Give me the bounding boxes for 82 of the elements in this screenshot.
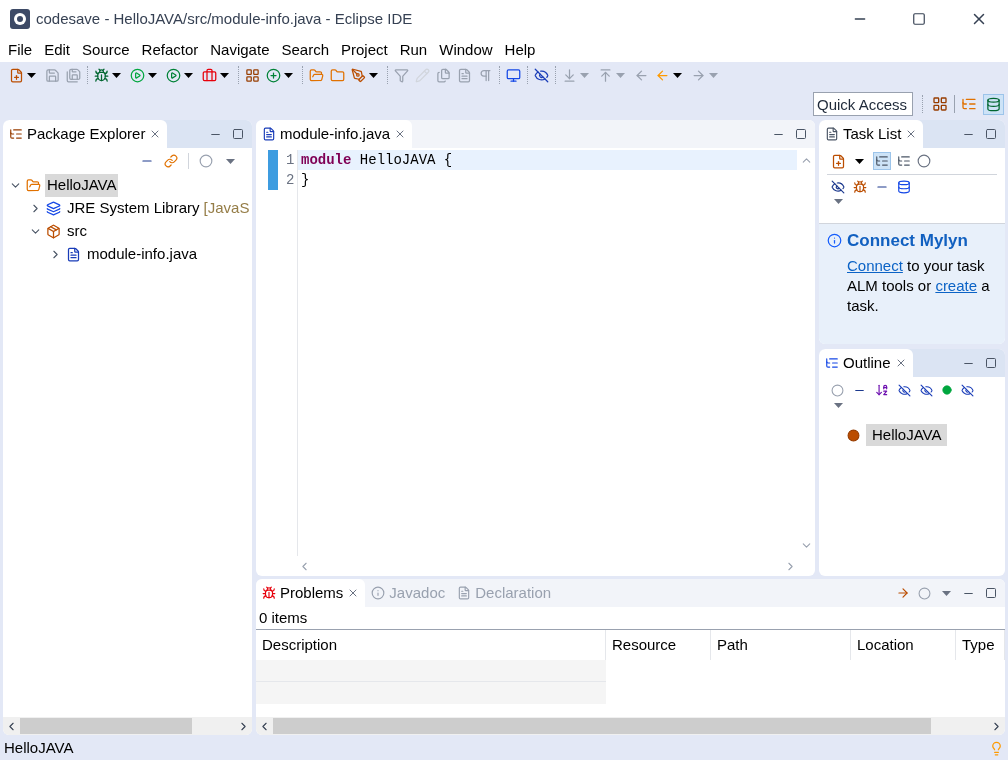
- problems-summary: 0 items: [258, 608, 309, 628]
- link-icon[interactable]: [164, 154, 178, 168]
- dropdown-caret-icon[interactable]: [184, 72, 193, 78]
- view-icon: [457, 586, 472, 600]
- folder-icon[interactable]: [330, 67, 345, 83]
- view-tab[interactable]: Task List: [819, 120, 924, 148]
- horizontal-scrollbar[interactable]: [3, 717, 252, 735]
- library-icon: [46, 201, 61, 216]
- dropdown-caret-icon[interactable]: [27, 72, 36, 78]
- change-marker: [268, 150, 278, 170]
- open-folder-icon[interactable]: [309, 67, 324, 83]
- tree-item[interactable]: module-info.java: [85, 243, 200, 266]
- dropdown-caret-icon[interactable]: [855, 158, 864, 164]
- maximize-icon[interactable]: [795, 128, 807, 140]
- source-folder-icon: [46, 224, 61, 239]
- new-task-icon[interactable]: [831, 153, 846, 169]
- menu-item[interactable]: Source: [76, 38, 136, 62]
- sort-icon[interactable]: [875, 383, 889, 397]
- tree-item[interactable]: src: [65, 220, 89, 243]
- menu-item[interactable]: Refactor: [135, 38, 205, 62]
- view-icon: [825, 127, 839, 141]
- menu-item[interactable]: Help: [498, 38, 542, 62]
- status-text: HelloJAVA: [4, 737, 74, 758]
- tree-item[interactable]: JRE System Library [JavaS: [65, 197, 252, 220]
- view-icon: [825, 356, 839, 370]
- dropdown-caret-icon[interactable]: [284, 72, 293, 78]
- maximize-icon[interactable]: [912, 12, 926, 26]
- quick-access-field[interactable]: Quick Access: [813, 92, 913, 116]
- view-icon: [371, 586, 386, 600]
- maximize-icon[interactable]: [985, 128, 997, 140]
- bug-icon[interactable]: [94, 67, 109, 83]
- dropdown-caret-icon[interactable]: [369, 72, 378, 78]
- info-icon: [827, 233, 842, 249]
- horizontal-scrollbar[interactable]: [256, 717, 1005, 735]
- tree-item[interactable]: HelloJAVA: [45, 174, 119, 197]
- column-header[interactable]: Type: [956, 630, 1005, 660]
- eye-slash-icon[interactable]: [534, 67, 549, 83]
- java-perspective-button[interactable]: [983, 93, 1004, 115]
- line-number: 1: [286, 150, 295, 170]
- dropdown-caret-icon[interactable]: [673, 72, 682, 78]
- dropdown-caret-icon[interactable]: [148, 72, 157, 78]
- coverage-run-icon[interactable]: [166, 67, 181, 83]
- monitor-icon[interactable]: [506, 67, 521, 83]
- maximize-icon[interactable]: [985, 357, 997, 369]
- scrollbar-thumb[interactable]: [273, 718, 931, 734]
- menu-item[interactable]: Search: [275, 38, 335, 62]
- java-file-icon: [66, 247, 81, 262]
- dropdown-caret-icon[interactable]: [220, 72, 229, 78]
- outline-item[interactable]: HelloJAVA: [866, 423, 948, 447]
- view-tab[interactable]: Outline: [819, 349, 913, 377]
- menu-item[interactable]: Edit: [38, 38, 77, 62]
- app-logo-icon: [10, 9, 30, 29]
- dropdown-caret-icon[interactable]: [112, 72, 121, 78]
- mylyn-message: Connect to your task ALM tools or create a task.: [846, 255, 991, 316]
- view-icon: [262, 127, 276, 141]
- pen-icon[interactable]: [351, 67, 366, 83]
- new-file-icon[interactable]: [9, 67, 24, 83]
- maximize-icon[interactable]: [232, 128, 244, 140]
- column-header[interactable]: Path: [711, 630, 851, 660]
- line-number: 2: [286, 170, 295, 190]
- menu-item[interactable]: Window: [433, 38, 499, 62]
- mylyn-heading: Connect Mylyn: [847, 230, 968, 252]
- change-marker: [268, 170, 278, 190]
- view-tab[interactable]: module-info.java: [256, 120, 413, 148]
- column-header[interactable]: Resource: [606, 630, 711, 660]
- window-title: codesave - HelloJAVA/src/module-info.java - Eclipse IDE: [36, 8, 413, 29]
- view-icon: [262, 586, 276, 600]
- menu-item[interactable]: File: [2, 38, 39, 62]
- scrollbar-thumb[interactable]: [20, 718, 192, 734]
- menu-item[interactable]: Navigate: [204, 38, 276, 62]
- code-line: }: [300, 170, 311, 190]
- create-link[interactable]: create: [935, 276, 978, 294]
- view-tab[interactable]: Package Explorer: [3, 120, 168, 148]
- project-icon: [26, 178, 41, 193]
- maximize-icon[interactable]: [985, 587, 997, 599]
- view-tab[interactable]: Problems: [256, 579, 366, 607]
- column-header[interactable]: Location: [851, 630, 956, 660]
- menu-item[interactable]: Project: [335, 38, 394, 62]
- menu-item[interactable]: Run: [393, 38, 434, 62]
- view-icon: [9, 127, 23, 141]
- toolbox-icon[interactable]: [202, 67, 217, 83]
- connect-link[interactable]: Connect: [847, 256, 903, 274]
